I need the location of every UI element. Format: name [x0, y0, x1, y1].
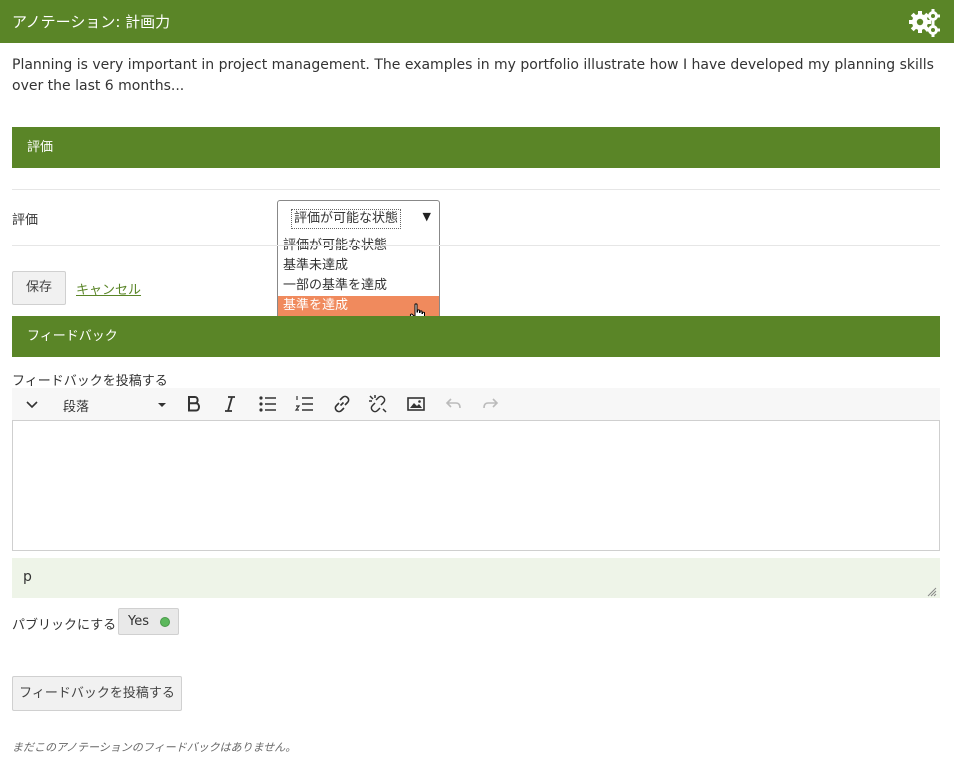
dropdown-arrow-icon: ▼ [422, 210, 431, 223]
assessment-section-header: 評価 [12, 127, 940, 168]
redo-icon[interactable] [478, 392, 502, 416]
cancel-link[interactable]: キャンセル [76, 279, 141, 298]
dropdown-option[interactable]: 評価が可能な状態 [278, 236, 439, 256]
bold-icon[interactable] [182, 392, 206, 416]
feedback-editor[interactable] [12, 420, 940, 551]
format-dropdown-arrow-icon[interactable] [150, 392, 174, 416]
assessment-select[interactable]: 評価が可能な状態 ▼ [277, 200, 440, 236]
make-public-label: パブリックにする [12, 618, 117, 633]
dropdown-option[interactable]: 基準未達成 [278, 256, 439, 276]
gears-icon[interactable] [908, 8, 942, 38]
annotation-description: Planning is very important in project ma… [12, 57, 934, 94]
divider [12, 245, 940, 246]
assessment-label: 評価 [12, 213, 39, 228]
undo-icon[interactable] [442, 392, 466, 416]
divider [12, 189, 940, 190]
editor-toolbar: 段落 [12, 388, 940, 420]
no-feedback-note: まだこのアノテーションのフィードバックはありません。 [12, 741, 297, 754]
format-select[interactable]: 段落 [63, 396, 89, 415]
element-path[interactable]: p [23, 569, 32, 585]
page-title: アノテーション: 計画力 [12, 13, 171, 31]
editor-statusbar: p [12, 558, 940, 598]
dropdown-option[interactable]: 一部の基準を達成 [278, 276, 439, 296]
toggle-status-dot [160, 617, 170, 627]
resize-handle-icon[interactable] [927, 585, 937, 597]
public-toggle-value: Yes [128, 614, 149, 629]
save-button[interactable]: 保存 [12, 271, 66, 305]
public-toggle[interactable]: Yes [118, 608, 179, 635]
post-feedback-button[interactable]: フィードバックを投稿する [12, 676, 182, 711]
assessment-select-value: 評価が可能な状態 [291, 209, 402, 229]
link-icon[interactable] [330, 392, 354, 416]
feedback-section-header: フィードバック [12, 316, 940, 357]
image-icon[interactable] [404, 392, 428, 416]
numbered-list-icon[interactable] [293, 392, 317, 416]
title-bar: アノテーション: 計画力 [0, 0, 954, 43]
italic-icon[interactable] [218, 392, 242, 416]
unlink-icon[interactable] [366, 392, 390, 416]
post-feedback-label: フィードバックを投稿する [12, 374, 168, 389]
chevron-down-icon[interactable] [20, 392, 44, 416]
bullet-list-icon[interactable] [256, 392, 280, 416]
